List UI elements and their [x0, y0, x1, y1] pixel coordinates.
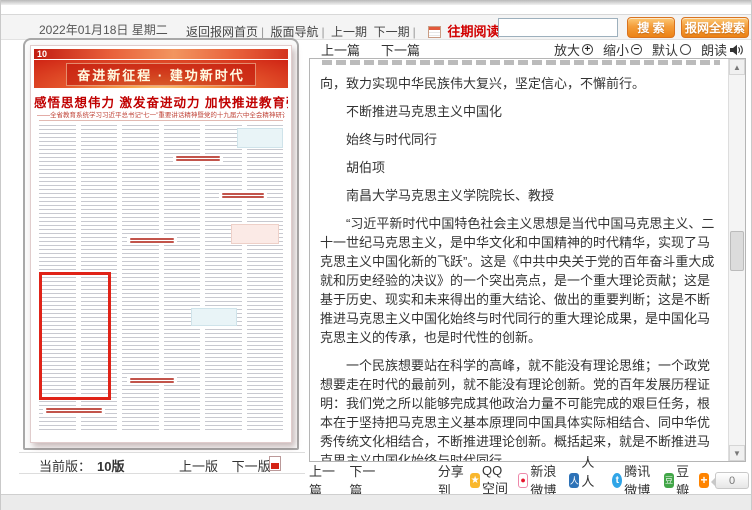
theme-banner: 奋进新征程 · 建功新时代 [34, 60, 288, 88]
article-author-affiliation: 南昌大学马克思主义学院院长、教授 [346, 188, 555, 203]
article-title-line-2: 始终与时代同行 [346, 132, 438, 147]
article-title-mark [173, 154, 223, 163]
article-text: 向，致力实现中华民族伟大复兴，坚定信心，不懈前行。 不断推进马克思主义中国化 始… [310, 59, 728, 461]
article-paragraph-1: “习近平新时代中国特色社会主义思想是当代中国马克思主义、二十一世纪马克思主义，是… [320, 216, 715, 345]
zoom-in-label: 放大 [553, 43, 580, 58]
zoom-out-label: 缩小 [602, 43, 629, 58]
article-title-mark [127, 376, 177, 385]
default-size-label: 默认 [651, 43, 678, 58]
share-bar: 上一篇 下一篇 分享到 QQ空间 新浪微博 人人网 腾讯微博 豆瓣 0 [309, 455, 750, 508]
past-issues-link[interactable]: 往期阅读 [447, 24, 499, 39]
page-links: 上一版 下一版 [179, 456, 281, 475]
top-shadow [1, 0, 751, 5]
page-directory-link[interactable]: 版面导航 [270, 25, 318, 39]
scroll-up-arrow[interactable]: ▲ [729, 59, 745, 75]
article-title-mark [43, 406, 105, 415]
newspaper-page-thumbnail[interactable]: 10 奋进新征程 · 建功新时代 感悟思想伟力 激发奋进动力 加快推进教育强省建… [30, 45, 292, 443]
thumbnail-text-column [246, 125, 283, 432]
previous-page-link[interactable]: 上一版 [179, 459, 218, 474]
clipped-text-line [322, 60, 720, 68]
epaper-reader-window: 2022年01月18日 星期二 返回报网首页 | 版面导航 | 上一期 下一期 | 往… [0, 0, 752, 510]
qzone-icon [470, 472, 481, 488]
previous-issue-link[interactable]: 上一期 [331, 25, 367, 39]
article-author: 胡伯项 [346, 160, 386, 175]
pdf-download-icon[interactable] [269, 456, 281, 471]
qzone-label[interactable]: QQ空间 [482, 463, 513, 497]
site-search-button[interactable]: 报网全搜索 [681, 17, 749, 38]
article-reader-header: 上一篇 下一篇 放大 + 缩小 − 默认 朗读 [309, 40, 746, 58]
zoom-in-icon[interactable]: + [581, 44, 593, 55]
thumbnail-text-column [122, 125, 159, 432]
highlighted-article-block [191, 308, 237, 326]
sina-weibo-icon [517, 472, 529, 488]
search-button[interactable]: 搜 索 [627, 17, 675, 38]
headline-divider [39, 120, 283, 121]
article-title-mark [219, 191, 267, 200]
page-subtitle: ——全省教育系统学习习近平总书记“七一”重要讲话精神暨党的十九届六中全会精神研讨… [37, 112, 285, 119]
speaker-icon [730, 44, 743, 55]
share-qzone[interactable]: QQ空间 [470, 463, 513, 497]
scroll-down-arrow[interactable]: ▼ [729, 445, 745, 461]
read-aloud-label: 朗读 [700, 43, 727, 58]
page-number-strip: 10 [34, 49, 288, 59]
article-title-mark [127, 236, 177, 245]
default-size-icon[interactable] [679, 44, 691, 55]
scrollbar-thumb[interactable] [730, 231, 744, 271]
thumbnail-text-column [205, 125, 242, 432]
current-page-label: 当前版： [39, 459, 92, 474]
current-page-indicator: 当前版： 10版 [39, 456, 124, 475]
boxed-article-block [231, 224, 279, 244]
text-controls: 放大 + 缩小 − 默认 朗读 [548, 40, 744, 59]
back-to-site-link[interactable]: 返回报网首页 [186, 25, 258, 39]
article-lead-line: 向，致力实现中华民族伟大复兴，坚定信心，不懈前行。 [320, 76, 646, 91]
douban-icon [663, 472, 674, 488]
article-title-line-1: 不断推进马克思主义中国化 [346, 104, 503, 119]
previous-article-link[interactable]: 上一篇 [321, 40, 360, 59]
zoom-in-control[interactable]: 放大 + [554, 40, 593, 59]
renren-icon [569, 472, 580, 488]
search-input[interactable] [498, 18, 618, 37]
top-toolbar: 2022年01月18日 星期二 返回报网首页 | 版面导航 | 上一期 下一期 | 往… [1, 14, 751, 40]
default-size-control[interactable]: 默认 [652, 40, 691, 59]
thumbnail-text-column [163, 125, 200, 432]
footer-band [1, 494, 751, 510]
issue-date: 2022年01月18日 星期二 [39, 23, 168, 37]
page-navigation-bar: 当前版： 10版 上一版 下一版 [19, 452, 305, 474]
next-article-link[interactable]: 下一篇 [381, 40, 420, 59]
zoom-out-icon[interactable]: − [630, 44, 642, 55]
calendar-icon [428, 26, 442, 38]
current-page-value: 10版 [97, 459, 125, 474]
highlighted-article-block [237, 128, 283, 148]
selected-article-highlight[interactable] [39, 272, 111, 400]
nav-separator: | [412, 25, 416, 39]
share-count-bubble[interactable]: 0 [711, 471, 750, 489]
article-scrollbar[interactable]: ▲ ▼ [728, 59, 745, 461]
nav-separator: | [261, 25, 265, 39]
article-paragraph-2: 一个民族想要站在科学的高峰，就不能没有理论思维；一个政党想要走在时代的最前列，就… [320, 358, 711, 461]
next-issue-link[interactable]: 下一期 [374, 25, 410, 39]
more-share-icon[interactable] [698, 472, 709, 488]
read-aloud-control[interactable]: 朗读 [701, 40, 744, 59]
zoom-out-control[interactable]: 缩小 − [603, 40, 642, 59]
article-content-box: 向，致力实现中华民族伟大复兴，坚定信心，不懈前行。 不断推进马克思主义中国化 始… [309, 58, 746, 462]
nav-separator: | [321, 25, 325, 39]
page-number: 10 [37, 49, 48, 59]
tencent-weibo-icon [612, 472, 623, 488]
banner-text: 奋进新征程 · 建功新时代 [66, 62, 256, 86]
next-page-link[interactable]: 下一版 [232, 459, 271, 474]
page-thumbnail-panel: 10 奋进新征程 · 建功新时代 感悟思想伟力 激发奋进动力 加快推进教育强省建… [23, 38, 299, 450]
